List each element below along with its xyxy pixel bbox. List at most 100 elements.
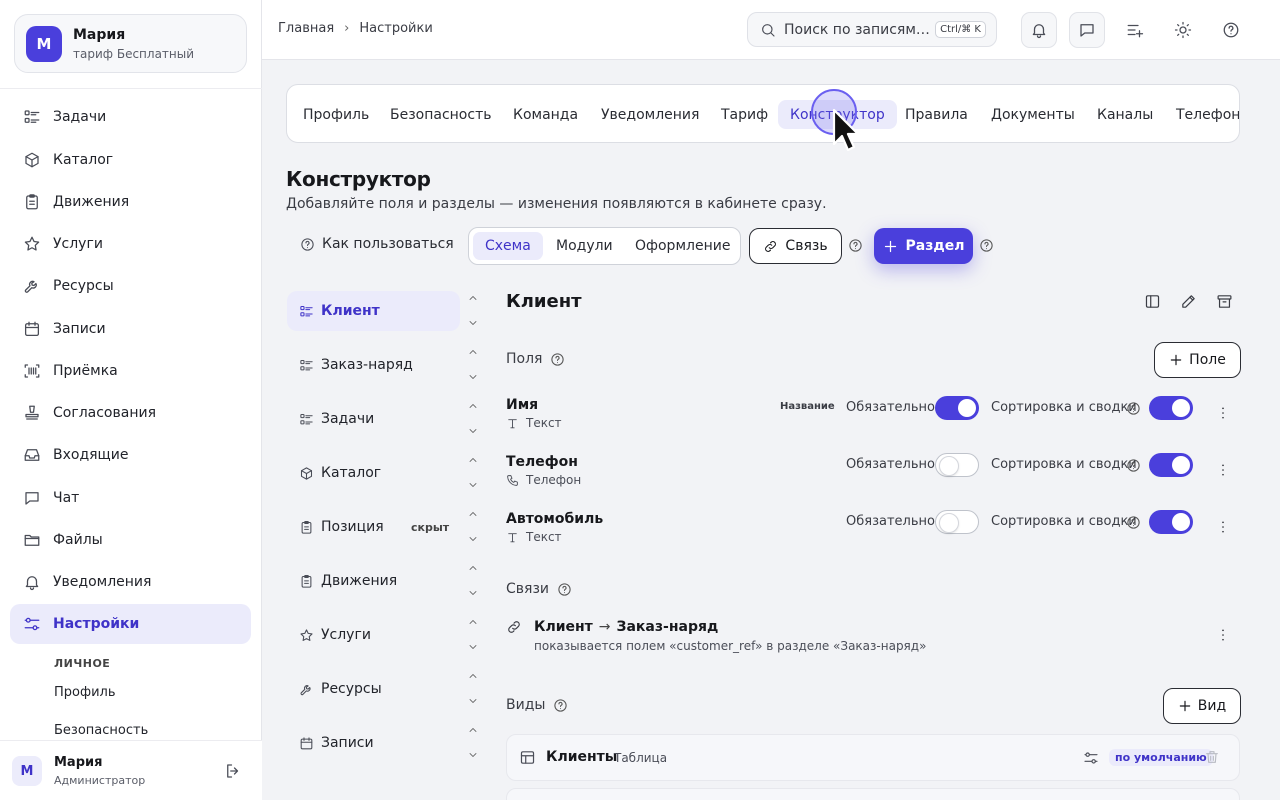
sidebar-subitem-profile[interactable]: Профиль [54,685,116,700]
add-link-button[interactable]: Связь [749,228,842,264]
move-down-button[interactable] [467,371,481,385]
sidebar-item-receiving[interactable]: Приёмка [10,351,251,391]
required-toggle[interactable] [935,453,979,477]
move-up-button[interactable] [467,346,481,360]
tab-documents[interactable]: Документы [979,100,1087,129]
view-row[interactable] [506,788,1240,800]
sidebar-item-approvals[interactable]: Согласования [10,393,251,433]
section-item-movements[interactable]: Движения [287,561,460,601]
archive-section-button[interactable] [1216,293,1233,310]
toggle-panel-button[interactable] [1144,293,1161,310]
add-section-button[interactable]: Раздел [874,228,973,264]
view-type: Таблица [614,751,668,765]
chevron-up-icon [467,562,479,574]
move-down-button[interactable] [467,749,481,763]
tab-security[interactable]: Безопасность [378,100,503,129]
add-field-button[interactable]: Поле [1154,342,1241,378]
sort-help[interactable] [1126,401,1141,416]
add-view-button[interactable]: Вид [1163,688,1241,724]
required-toggle[interactable] [935,396,979,420]
sidebar-item-services[interactable]: Услуги [10,224,251,264]
sliders-icon[interactable] [1083,750,1099,766]
help-icon[interactable] [557,582,572,597]
chat-button[interactable] [1069,12,1105,48]
field-menu-button[interactable] [1215,405,1229,423]
move-down-button[interactable] [467,479,481,493]
edit-section-button[interactable] [1180,293,1197,310]
queue-button[interactable] [1117,12,1153,48]
move-up-button[interactable] [467,400,481,414]
theme-toggle-button[interactable] [1165,12,1201,48]
section-item-work-order[interactable]: Заказ-наряд [287,345,460,385]
sidebar-item-inbox[interactable]: Входящие [10,435,251,475]
relation-menu-button[interactable] [1215,627,1229,645]
tab-telephony[interactable]: Телефония [1164,100,1239,129]
archive-icon [1216,293,1233,310]
sort-toggle[interactable] [1149,510,1193,534]
notifications-button[interactable] [1021,12,1057,48]
sidebar-item-chat[interactable]: Чат [10,478,251,518]
sidebar-item-catalog[interactable]: Каталог [10,140,251,180]
move-up-button[interactable] [467,616,481,630]
section-help[interactable] [979,238,994,253]
segment-appearance[interactable]: Оформление [623,232,742,260]
section-item-catalog[interactable]: Каталог [287,453,460,493]
tab-notifications[interactable]: Уведомления [589,100,711,129]
logout-icon[interactable] [224,762,242,780]
section-item-services[interactable]: Услуги [287,615,460,655]
sort-toggle[interactable] [1149,453,1193,477]
tab-team[interactable]: Команда [501,100,590,129]
segment-modules[interactable]: Модули [544,232,625,260]
search-input[interactable]: Поиск по записям… Ctrl/⌘ K [747,12,997,47]
help-icon [1126,458,1141,473]
move-up-button[interactable] [467,292,481,306]
field-menu-button[interactable] [1215,519,1229,537]
move-down-button[interactable] [467,695,481,709]
tab-channels[interactable]: Каналы [1085,100,1165,129]
sidebar-item-tasks[interactable]: Задачи [10,97,251,137]
move-down-button[interactable] [467,533,481,547]
segment-schema[interactable]: Схема [473,232,543,260]
tab-rules[interactable]: Правила [893,100,980,129]
tab-plan[interactable]: Тариф [709,100,780,129]
move-up-button[interactable] [467,508,481,522]
help-icon[interactable] [553,698,568,713]
sidebar-item-movements[interactable]: Движения [10,182,251,222]
field-menu-button[interactable] [1215,462,1229,480]
move-up-button[interactable] [467,724,481,738]
trash-icon[interactable] [1204,749,1220,765]
help-button[interactable] [1213,12,1249,48]
sidebar-item-notifications[interactable]: Уведомления [10,562,251,602]
sidebar-subitem-security[interactable]: Безопасность [54,723,148,738]
move-down-button[interactable] [467,587,481,601]
sort-toggle[interactable] [1149,396,1193,420]
sidebar-item-settings[interactable]: Настройки [10,604,251,644]
section-item-tasks[interactable]: Задачи [287,399,460,439]
required-toggle[interactable] [935,510,979,534]
sidebar: М Мария тариф Бесплатный Задачи Каталог … [0,0,262,800]
section-item-records[interactable]: Записи [287,723,460,763]
sidebar-item-resources[interactable]: Ресурсы [10,266,251,306]
view-row[interactable]: Клиенты Таблица по умолчанию [506,734,1240,781]
help-icon[interactable] [550,352,565,367]
tab-profile[interactable]: Профиль [291,100,381,129]
move-down-button[interactable] [467,425,481,439]
clipboard-icon [299,574,314,589]
link-help[interactable] [848,238,863,253]
sidebar-item-records[interactable]: Записи [10,309,251,349]
sidebar-item-files[interactable]: Файлы [10,520,251,560]
section-item-client[interactable]: Клиент [287,291,460,331]
howto-link[interactable]: Как пользоваться [300,236,454,252]
move-up-button[interactable] [467,670,481,684]
account-switcher[interactable]: М Мария тариф Бесплатный [14,14,247,73]
move-down-button[interactable] [467,641,481,655]
section-item-resources[interactable]: Ресурсы [287,669,460,709]
sort-help[interactable] [1126,458,1141,473]
sort-help[interactable] [1126,515,1141,530]
breadcrumb: Главная › Настройки [278,21,433,36]
move-down-button[interactable] [467,317,481,331]
move-up-button[interactable] [467,454,481,468]
phone-icon [506,474,519,487]
move-up-button[interactable] [467,562,481,576]
breadcrumb-home[interactable]: Главная [278,21,334,36]
